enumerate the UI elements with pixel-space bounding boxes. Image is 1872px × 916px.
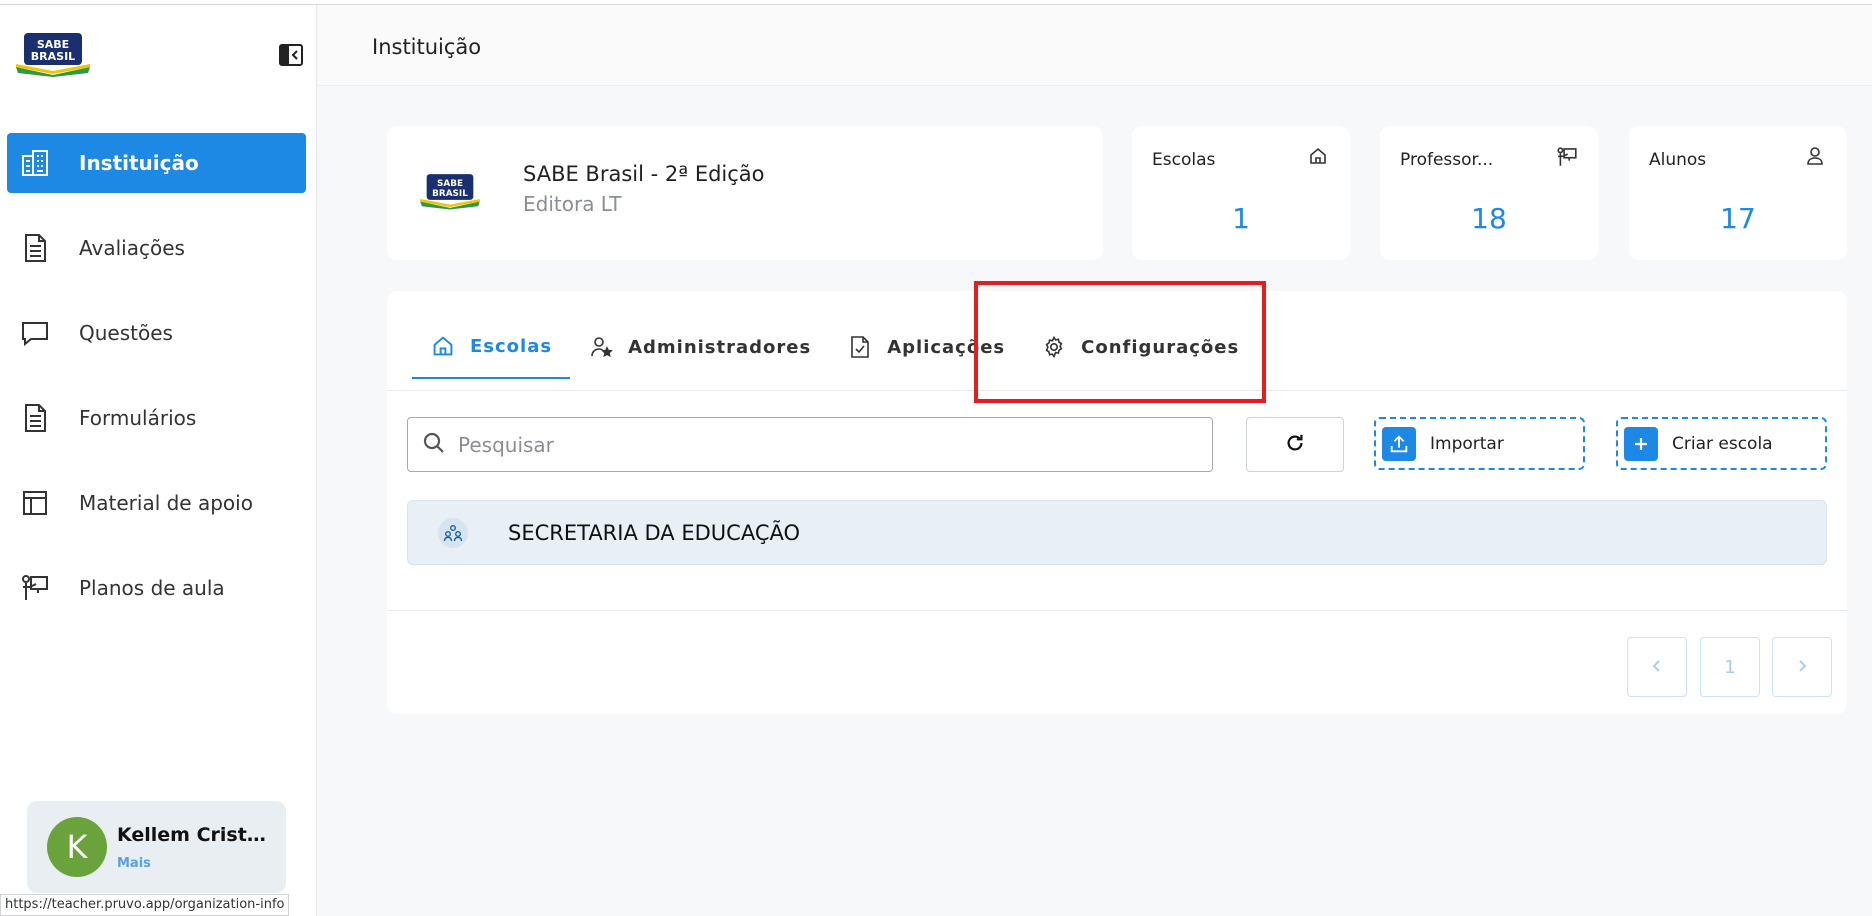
- pagination-current-page[interactable]: 1: [1700, 637, 1760, 697]
- user-name: Kellem Cristi...: [117, 823, 267, 846]
- tab-label: Aplicações: [887, 336, 1006, 358]
- clipboard-check-icon: [847, 334, 873, 360]
- tab-divider: [387, 390, 1847, 391]
- sidebar-item-label: Material de apoio: [79, 491, 253, 515]
- logo-line1: SABE: [437, 179, 463, 189]
- sidebar-item-material-de-apoio[interactable]: Material de apoio: [7, 473, 306, 533]
- user-profile-card[interactable]: K Kellem Cristi... Mais: [27, 801, 286, 893]
- organization-card: SABE BRASIL SABE Brasil - 2ª Edição Edit…: [387, 126, 1103, 260]
- sidebar-item-formularios[interactable]: Formulários: [7, 388, 306, 448]
- sidebar-item-label: Formulários: [79, 406, 197, 430]
- user-star-icon: [588, 334, 614, 360]
- person-icon: [1805, 146, 1827, 168]
- create-school-button[interactable]: Criar escola: [1616, 417, 1827, 470]
- organization-logo: SABE BRASIL: [417, 166, 483, 216]
- school-name: SECRETARIA DA EDUCAÇÃO: [508, 520, 801, 545]
- tab-bar: Escolas Administradores Aplicações Confi…: [412, 315, 1257, 381]
- pagination-prev-button[interactable]: [1627, 637, 1687, 697]
- stat-label: Alunos: [1649, 150, 1707, 170]
- sidebar-item-instituicao[interactable]: Instituição: [7, 133, 306, 193]
- sidebar-item-avaliacoes[interactable]: Avaliações: [7, 218, 306, 278]
- stat-card-alunos: Alunos 17: [1629, 126, 1847, 260]
- page-title: Instituição: [372, 35, 482, 59]
- tab-configuracoes[interactable]: Configurações: [1023, 315, 1257, 379]
- page-header: Instituição: [318, 5, 1872, 86]
- user-more-link[interactable]: Mais: [117, 856, 267, 871]
- sidebar-item-label: Planos de aula: [79, 576, 225, 600]
- stat-card-professores: Professor... 18: [1380, 126, 1598, 260]
- organization-publisher: Editora LT: [523, 192, 622, 216]
- browser-status-url: https://teacher.pruvo.app/organization-i…: [0, 894, 290, 916]
- layout-icon: [19, 487, 51, 519]
- tab-label: Configurações: [1081, 336, 1240, 358]
- stat-card-escolas: Escolas 1: [1132, 126, 1350, 260]
- upload-icon: [1382, 426, 1416, 461]
- teacher-board-icon: [1556, 146, 1578, 168]
- import-button[interactable]: Importar: [1374, 417, 1585, 470]
- document-icon: [19, 232, 51, 264]
- search-icon: [422, 431, 446, 459]
- chat-bubble-icon: [19, 317, 51, 349]
- sidebar-item-label: Questões: [79, 321, 173, 345]
- avatar: K: [47, 817, 107, 877]
- list-item[interactable]: SECRETARIA DA EDUCAÇÃO: [407, 500, 1827, 565]
- search-input[interactable]: [458, 432, 1158, 457]
- footer-divider: [387, 610, 1847, 611]
- sabe-brasil-logo: SABE BRASIL: [12, 31, 94, 77]
- people-group-icon: [438, 517, 468, 548]
- collapse-sidebar-icon[interactable]: [277, 41, 305, 69]
- sidebar-item-planos-de-aula[interactable]: Planos de aula: [7, 558, 306, 618]
- home-icon: [1308, 146, 1330, 168]
- stat-value: 1: [1232, 202, 1250, 235]
- gear-icon: [1041, 334, 1067, 360]
- sidebar-item-questoes[interactable]: Questões: [7, 303, 306, 363]
- logo-line2: BRASIL: [432, 189, 468, 199]
- logo-line2: BRASIL: [31, 50, 75, 63]
- tab-administradores[interactable]: Administradores: [570, 315, 829, 379]
- plus-icon: [1624, 426, 1658, 461]
- sidebar: SABE BRASIL Instituição Avaliações Quest…: [0, 5, 317, 916]
- organization-name: SABE Brasil - 2ª Edição: [523, 162, 765, 186]
- pagination-next-button[interactable]: [1772, 637, 1832, 697]
- create-school-label: Criar escola: [1672, 433, 1773, 454]
- chevron-right-icon: [1795, 657, 1809, 678]
- stat-value: 17: [1720, 202, 1756, 235]
- chevron-left-icon: [1650, 657, 1664, 678]
- form-icon: [19, 402, 51, 434]
- sidebar-nav: Instituição Avaliações Questões Formulár…: [7, 133, 306, 643]
- search-box: [407, 417, 1213, 472]
- stat-label: Escolas: [1152, 150, 1216, 170]
- tab-label: Administradores: [628, 336, 812, 358]
- stat-value: 18: [1471, 202, 1507, 235]
- sidebar-item-label: Instituição: [79, 151, 199, 175]
- stat-label: Professor...: [1400, 150, 1494, 170]
- schools-panel: Escolas Administradores Aplicações Confi…: [387, 291, 1847, 714]
- home-icon: [430, 333, 456, 359]
- refresh-button[interactable]: [1246, 417, 1344, 472]
- refresh-icon: [1284, 432, 1306, 458]
- teacher-board-icon: [19, 572, 51, 604]
- import-label: Importar: [1430, 433, 1504, 454]
- tab-aplicacoes[interactable]: Aplicações: [829, 315, 1023, 379]
- sidebar-item-label: Avaliações: [79, 236, 185, 260]
- tab-escolas[interactable]: Escolas: [412, 315, 571, 379]
- building-icon: [19, 147, 51, 179]
- tab-label: Escolas: [470, 335, 553, 357]
